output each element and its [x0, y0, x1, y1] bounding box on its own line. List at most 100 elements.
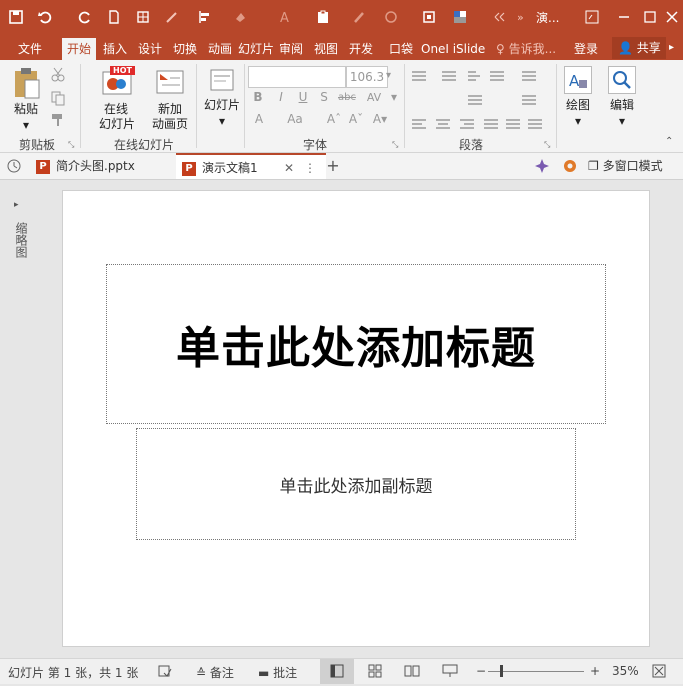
zoom-in-icon[interactable]: +	[590, 664, 600, 678]
overflow-icon[interactable]: »	[512, 6, 534, 28]
strikethrough-button[interactable]: abc	[336, 90, 358, 105]
clear-format-button[interactable]: A	[252, 112, 266, 127]
increase-font-icon[interactable]: Aˆ	[326, 112, 342, 127]
slide-sorter-icon[interactable]	[368, 664, 382, 681]
paragraph-dialog-launcher-icon[interactable]: ⤡	[544, 140, 550, 150]
brush-icon[interactable]	[348, 6, 370, 28]
save-icon[interactable]	[5, 6, 27, 28]
paste-button[interactable]	[12, 66, 42, 103]
font-dialog-launcher-icon[interactable]: ⤡	[392, 140, 398, 150]
redo-icon[interactable]	[74, 6, 96, 28]
spellcheck-icon[interactable]	[158, 664, 172, 681]
tab-home[interactable]: 开始	[62, 38, 96, 60]
font-color-icon[interactable]: A	[274, 6, 296, 28]
share-label: 共享	[636, 41, 661, 55]
tab-onenote[interactable]: OneI	[418, 38, 452, 60]
doc-tab-presentation1[interactable]: P 演示文稿1 ✕ ⋮	[176, 153, 326, 179]
new-tab-button[interactable]: +	[322, 153, 344, 179]
thumbnail-panel[interactable]: ▸ 缩略图	[0, 180, 40, 658]
reading-view-icon[interactable]	[404, 664, 420, 681]
tab-islide[interactable]: iSlide	[452, 38, 486, 60]
eyedropper-icon[interactable]	[161, 6, 183, 28]
notes-button[interactable]: ≙ 备注	[196, 664, 234, 681]
editing-button[interactable]	[608, 66, 636, 94]
tab-animations[interactable]: 动画	[203, 38, 237, 60]
tab-transitions[interactable]: 切换	[168, 38, 202, 60]
collapse-icon[interactable]: ⌃	[665, 136, 673, 147]
title-placeholder[interactable]: 单击此处添加标题	[106, 264, 606, 424]
fill-color-icon[interactable]	[230, 6, 252, 28]
collapse-ribbon-icon[interactable]: ▸	[669, 42, 674, 53]
slides-chevron-icon[interactable]: ▾	[214, 114, 230, 129]
font-color-button[interactable]: A▾	[370, 112, 390, 127]
login-link[interactable]: 登录	[574, 38, 598, 60]
shadow-button[interactable]: S	[318, 90, 330, 105]
tab-menu-icon[interactable]: ⋮	[304, 155, 316, 181]
tab-view[interactable]: 视图	[309, 38, 343, 60]
expand-panel-icon[interactable]: ▸	[14, 200, 19, 210]
slideshow-icon[interactable]	[442, 664, 458, 681]
fit-slide-icon[interactable]	[652, 664, 666, 681]
dialog-launcher-icon[interactable]: ⤡	[68, 140, 74, 150]
subtitle-placeholder[interactable]: 单击此处添加副标题	[136, 428, 576, 540]
online-label: 在线	[103, 102, 128, 116]
tab-slideshow[interactable]: 幻灯片	[238, 38, 274, 60]
multi-window-button[interactable]: ❐ 多窗口模式	[588, 153, 680, 179]
maximize-icon[interactable]	[638, 6, 662, 28]
paragraph-tools[interactable]	[410, 66, 548, 132]
close-tab-icon[interactable]: ✕	[284, 155, 294, 181]
notes-icon: ≙	[196, 666, 207, 680]
normal-view-button[interactable]	[320, 659, 354, 684]
tab-developer[interactable]: 开发	[344, 38, 378, 60]
shapes-icon: A	[569, 72, 587, 90]
theme-color-icon[interactable]	[449, 6, 471, 28]
font-size-input[interactable]: 106.3	[346, 66, 388, 88]
format-painter-icon[interactable]	[50, 112, 66, 131]
tell-me-box[interactable]: ♀ 告诉我...	[496, 38, 556, 60]
italic-button[interactable]: I	[275, 90, 287, 105]
char-spacing-button[interactable]: AV	[362, 90, 386, 105]
zoom-slider-thumb[interactable]	[500, 665, 503, 677]
change-case-button[interactable]: Aa	[284, 112, 306, 127]
undo-icon[interactable]	[34, 6, 56, 28]
font-size-chevron-icon[interactable]: ▾	[386, 66, 400, 86]
comments-button[interactable]: ▬ 批注	[258, 664, 297, 681]
clipboard-icon[interactable]	[312, 6, 334, 28]
restore-ribbon-icon[interactable]	[580, 6, 604, 28]
tab-insert[interactable]: 插入	[98, 38, 132, 60]
minimize-icon[interactable]	[612, 6, 636, 28]
multi-window-label: 多窗口模式	[602, 159, 663, 173]
underline-button[interactable]: U	[297, 90, 309, 105]
settings-icon[interactable]	[562, 158, 578, 177]
font-family-input[interactable]	[248, 66, 346, 88]
shape-icon[interactable]	[380, 6, 402, 28]
drawing-button[interactable]: A	[564, 66, 592, 94]
editing-chevron-icon[interactable]: ▾	[614, 114, 630, 129]
layout-icon[interactable]	[132, 6, 154, 28]
tab-design[interactable]: 设计	[133, 38, 167, 60]
font-size-grow-icon[interactable]: ▾	[388, 90, 400, 105]
copy-icon[interactable]	[50, 90, 66, 109]
new-slide-button[interactable]	[208, 66, 236, 97]
tab-file[interactable]: 文件	[8, 38, 52, 60]
tab-pocket[interactable]: 口袋	[384, 38, 418, 60]
cut-icon[interactable]	[50, 66, 66, 85]
bold-button[interactable]: B	[252, 90, 264, 105]
new-animation-page-button[interactable]	[154, 66, 186, 101]
crop-icon[interactable]	[418, 6, 440, 28]
drawing-chevron-icon[interactable]: ▾	[570, 114, 586, 129]
more-commands-icon[interactable]	[488, 6, 510, 28]
close-icon[interactable]	[660, 6, 683, 28]
new-file-icon[interactable]	[103, 6, 125, 28]
online-slides-label: 幻灯片	[98, 117, 135, 131]
share-button[interactable]: 👤 共享	[612, 37, 666, 59]
history-icon[interactable]	[6, 158, 22, 177]
zoom-level[interactable]: 35%	[612, 664, 639, 678]
tab-review[interactable]: 审阅	[274, 38, 308, 60]
doc-tab-intro[interactable]: P 简介头图.pptx	[30, 153, 176, 179]
zoom-out-icon[interactable]: −	[476, 664, 486, 678]
chevron-down-icon[interactable]: ▾	[18, 118, 34, 133]
magic-icon[interactable]	[534, 158, 550, 177]
align-icon[interactable]	[194, 6, 216, 28]
decrease-font-icon[interactable]: Aˇ	[348, 112, 364, 127]
